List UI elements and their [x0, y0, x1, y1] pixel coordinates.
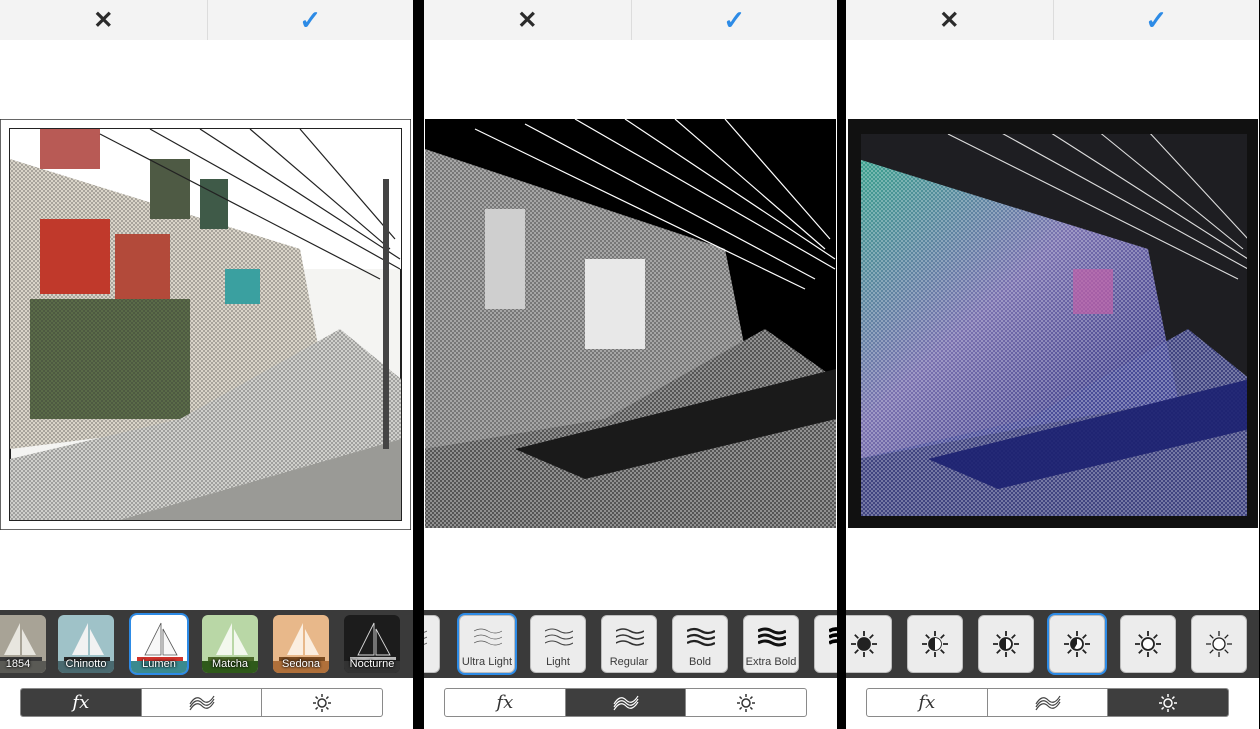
cancel-button[interactable]: ✕: [0, 0, 207, 40]
sun-icon: [737, 693, 756, 712]
filter-label: Lumen: [142, 658, 176, 670]
photo-preview: [0, 119, 411, 530]
stroke-tile[interactable]: [814, 615, 837, 673]
filter-tile-selected[interactable]: Lumen: [131, 615, 187, 673]
stroke-strip[interactable]: Ultra Light Light Regular Bold Extra Bol…: [424, 610, 837, 678]
tab-brightness[interactable]: [261, 689, 382, 716]
tab-fx[interactable]: fx: [867, 689, 987, 716]
stroke-waves-icon: [758, 627, 786, 647]
stroke-waves-icon: [545, 628, 573, 646]
checkmark-icon: ✓: [299, 4, 322, 35]
confirm-button[interactable]: ✓: [630, 0, 838, 40]
brightness-tile[interactable]: [1120, 615, 1176, 673]
sun-icon: [1206, 631, 1232, 657]
filter-tile[interactable]: Sedona: [273, 615, 329, 673]
stroke-waves-icon: [188, 695, 215, 710]
sun-icon: [1159, 693, 1178, 712]
tab-brightness[interactable]: [685, 689, 806, 716]
photo-preview: [848, 119, 1258, 528]
tab-brightness[interactable]: [1107, 689, 1228, 716]
filter-tile[interactable]: Nocturne: [344, 615, 400, 673]
mode-segmented-control: fx: [866, 688, 1229, 717]
mode-segmented-control: fx: [20, 688, 383, 717]
fx-label: fx: [72, 692, 90, 713]
close-icon: ✕: [939, 6, 960, 34]
confirm-button[interactable]: ✓: [206, 0, 414, 40]
filter-label: Sedona: [282, 658, 320, 670]
sun-icon: [1064, 631, 1090, 657]
photo-preview: [425, 119, 836, 528]
sun-icon: [1135, 631, 1161, 657]
filter-tile[interactable]: 1854: [0, 615, 46, 673]
stroke-waves-icon: [612, 695, 639, 710]
stroke-waves-icon: [687, 627, 715, 647]
stroke-tile[interactable]: Light: [530, 615, 586, 673]
stroke-label: Ultra Light: [461, 656, 513, 668]
checkmark-icon: ✓: [1145, 4, 1168, 35]
top-bar: ✕ ✓: [424, 0, 837, 40]
stroke-label: Bold: [688, 656, 712, 668]
stroke-waves-icon: [424, 630, 427, 645]
app-comparison-screenshot: ✕ ✓ 1854 Chinotto Lumen Matcha Sedona No…: [0, 0, 1260, 729]
brightness-tile[interactable]: [846, 615, 892, 673]
panel-brightness: ✕ ✓ fx: [846, 0, 1259, 729]
stroke-waves-icon: [474, 628, 502, 646]
tab-stroke[interactable]: [986, 689, 1108, 716]
filter-label: Nocturne: [349, 658, 395, 670]
stroke-waves-icon: [1034, 695, 1061, 710]
top-bar: ✕ ✓: [0, 0, 413, 40]
top-bar: ✕ ✓: [846, 0, 1259, 40]
filter-label: Matcha: [211, 658, 249, 670]
stroke-tile[interactable]: [424, 615, 440, 673]
fx-label: fx: [496, 692, 514, 713]
stroke-waves-icon: [829, 627, 837, 645]
stroke-label: Regular: [609, 656, 649, 668]
panel-filters: ✕ ✓ 1854 Chinotto Lumen Matcha Sedona No…: [0, 0, 413, 729]
stroke-tile-selected[interactable]: Ultra Light: [459, 615, 515, 673]
stroke-tile[interactable]: Regular: [601, 615, 657, 673]
filter-label: 1854: [5, 658, 31, 670]
filter-label: Chinotto: [65, 658, 107, 670]
close-icon: ✕: [93, 6, 114, 34]
stroke-waves-icon: [616, 628, 644, 646]
stroke-label: Extra Bold: [745, 656, 797, 668]
fx-label: fx: [918, 692, 936, 713]
brightness-tile-selected[interactable]: [1049, 615, 1105, 673]
stroke-tile[interactable]: Extra Bold: [743, 615, 799, 673]
brightness-tile[interactable]: [1191, 615, 1247, 673]
brightness-tile[interactable]: [978, 615, 1034, 673]
sun-icon: [922, 631, 948, 657]
filter-tile[interactable]: Chinotto: [58, 615, 114, 673]
filter-strip[interactable]: 1854 Chinotto Lumen Matcha Sedona Noctur…: [0, 610, 413, 678]
tab-stroke[interactable]: [140, 689, 262, 716]
cancel-button[interactable]: ✕: [846, 0, 1053, 40]
sun-icon: [313, 693, 332, 712]
tab-fx[interactable]: fx: [445, 689, 565, 716]
tab-fx[interactable]: fx: [21, 689, 141, 716]
brightness-strip[interactable]: [846, 610, 1259, 678]
panel-stroke: ✕ ✓ Ultra Light Light Regular Bold Extra…: [424, 0, 837, 729]
sun-icon: [851, 631, 877, 657]
mode-segmented-control: fx: [444, 688, 807, 717]
stroke-label: Light: [546, 656, 570, 668]
sun-icon: [993, 631, 1019, 657]
confirm-button[interactable]: ✓: [1052, 0, 1260, 40]
close-icon: ✕: [517, 6, 538, 34]
brightness-tile[interactable]: [907, 615, 963, 673]
stroke-tile[interactable]: Bold: [672, 615, 728, 673]
filter-tile[interactable]: Matcha: [202, 615, 258, 673]
cancel-button[interactable]: ✕: [424, 0, 631, 40]
checkmark-icon: ✓: [723, 4, 746, 35]
tab-stroke[interactable]: [564, 689, 686, 716]
